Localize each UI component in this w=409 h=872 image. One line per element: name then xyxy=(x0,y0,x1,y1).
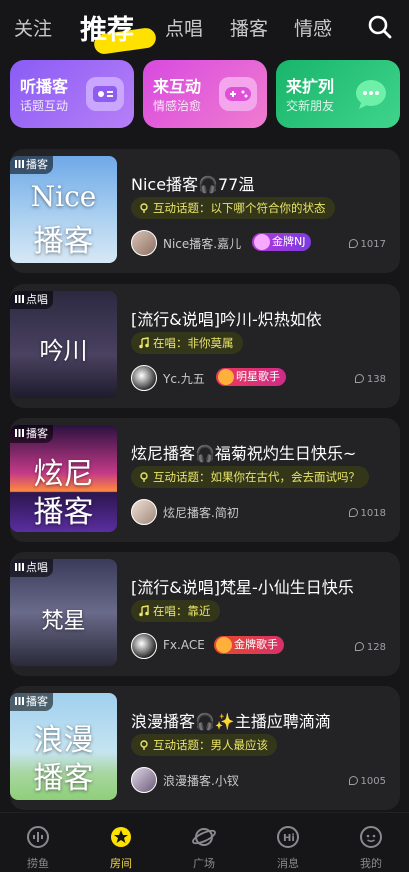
cover-text: Nice xyxy=(30,180,97,213)
host-badge: 金牌歌手 xyxy=(214,636,284,654)
nav-label: 广场 xyxy=(193,857,215,870)
podcast-icon xyxy=(140,203,148,213)
music-note-icon xyxy=(139,605,149,617)
host-name: 浪漫播客.小钗 xyxy=(163,774,239,788)
room-cover: 播客 Nice 播客 xyxy=(10,156,117,263)
listener-icon xyxy=(348,776,358,785)
room-card[interactable]: 播客 浪漫 播客 浪漫播客🎧✨主播应聘滴滴 互动话题：男人最应该 浪漫播客.小钗… xyxy=(10,686,400,810)
host-name: 炫尼播客.简初 xyxy=(163,506,239,520)
feature-subtitle: 情感治愈 xyxy=(153,99,202,113)
host-name: Fx.ACE xyxy=(163,638,205,652)
host-badge: 明星歌手 xyxy=(216,368,286,386)
listener-icon xyxy=(354,642,364,651)
nav-label: 我的 xyxy=(360,857,382,870)
room-type-tag: 点唱 xyxy=(10,559,53,577)
listener-count: 128 xyxy=(354,642,386,653)
room-title: Nice播客🎧77温 xyxy=(131,175,255,194)
room-cover: 点唱 梵星 xyxy=(10,559,117,666)
bottom-nav: 捞鱼 房间 广场 Hi 消息 我的 xyxy=(0,812,409,872)
avatar[interactable] xyxy=(131,767,157,793)
room-title: 浪漫播客🎧✨主播应聘滴滴 xyxy=(131,712,331,731)
feature-subtitle: 话题互动 xyxy=(20,99,69,113)
tab-sing[interactable]: 点唱 xyxy=(165,18,203,40)
room-cover: 点唱 吟川 xyxy=(10,291,117,398)
search-icon[interactable] xyxy=(367,14,393,40)
avatar[interactable] xyxy=(131,633,157,659)
cover-text: 播客 xyxy=(33,224,94,259)
avatar[interactable] xyxy=(131,499,157,525)
listener-count: 1018 xyxy=(348,508,386,519)
medal-icon xyxy=(216,637,232,653)
room-type-tag: 播客 xyxy=(10,693,53,711)
room-cover: 播客 炫尼 播客 xyxy=(10,425,117,532)
nav-label: 消息 xyxy=(277,857,299,870)
listener-icon xyxy=(348,508,358,517)
feature-title: 来扩列 xyxy=(286,77,335,96)
room-title: [流行&说唱]吟川-炽热如依 xyxy=(131,310,322,329)
host-name: Yc.九五 xyxy=(163,372,205,386)
message-icon: Hi xyxy=(277,826,299,848)
avatar[interactable] xyxy=(131,230,157,256)
room-card[interactable]: 点唱 吟川 [流行&说唱]吟川-炽热如依 在唱：非你莫属 Yc.九五 明星歌手 … xyxy=(10,284,400,408)
nav-messages[interactable]: Hi 消息 xyxy=(258,813,318,872)
music-note-icon xyxy=(139,337,149,349)
top-tab-bar: 关注 推荐 点唱 播客 情感 xyxy=(0,0,409,54)
room-type-tag: 点唱 xyxy=(10,291,53,309)
profile-icon xyxy=(360,826,382,848)
cover-text: 播客 xyxy=(33,761,94,796)
tab-podcast[interactable]: 播客 xyxy=(230,18,268,40)
tab-emotion[interactable]: 情感 xyxy=(294,18,332,40)
feature-title: 听播客 xyxy=(20,77,69,96)
svg-text:Hi: Hi xyxy=(283,833,295,844)
listener-icon xyxy=(354,374,364,383)
cover-text: 吟川 xyxy=(39,337,88,365)
feature-interact-card[interactable]: 来互动 情感治愈 xyxy=(143,60,267,128)
room-topic: 互动话题：以下哪个符合你的状态 xyxy=(131,197,335,219)
room-type-tag: 播客 xyxy=(10,425,53,443)
star-badge-icon xyxy=(111,827,131,847)
room-topic: 在唱：靠近 xyxy=(131,600,220,622)
room-topic: 互动话题：如果你在古代，会去面试吗？ xyxy=(131,466,369,488)
nav-square[interactable]: 广场 xyxy=(174,813,234,872)
avatar[interactable] xyxy=(131,365,157,391)
feature-friends-card[interactable]: 来扩列 交新朋友 xyxy=(276,60,400,128)
planet-icon xyxy=(192,828,216,846)
listener-count: 1005 xyxy=(348,776,386,787)
host-badge: 金牌NJ xyxy=(252,233,312,251)
room-card[interactable]: 播客 炫尼 播客 炫尼播客🎧福菊祝灼生日快乐~ 互动话题：如果你在古代，会去面试… xyxy=(10,418,400,542)
listener-icon xyxy=(348,239,358,248)
listener-count: 138 xyxy=(354,374,386,385)
room-title: 炫尼播客🎧福菊祝灼生日快乐~ xyxy=(131,444,357,463)
tab-follow[interactable]: 关注 xyxy=(14,18,52,40)
room-card[interactable]: 点唱 梵星 [流行&说唱]梵星-小仙生日快乐 在唱：靠近 Fx.ACE 金牌歌手… xyxy=(10,552,400,676)
tab-recommend[interactable]: 推荐 xyxy=(80,15,134,46)
radio-icon xyxy=(86,77,124,111)
listener-count: 1017 xyxy=(348,239,386,250)
host-name: Nice播客.嘉儿 xyxy=(163,237,242,251)
podcast-icon xyxy=(140,740,148,750)
feature-subtitle: 交新朋友 xyxy=(286,99,335,113)
nav-fish[interactable]: 捞鱼 xyxy=(8,813,68,872)
feature-podcast-card[interactable]: 听播客 话题互动 xyxy=(10,60,134,128)
nav-label: 捞鱼 xyxy=(27,857,49,870)
nav-label: 房间 xyxy=(110,857,132,870)
chat-bubble-icon xyxy=(352,77,390,111)
room-topic: 互动话题：男人最应该 xyxy=(131,734,277,756)
gamepad-icon xyxy=(219,77,257,111)
feature-title: 来互动 xyxy=(153,77,202,96)
nav-room[interactable]: 房间 xyxy=(91,813,151,872)
room-topic: 在唱：非你莫属 xyxy=(131,332,243,354)
nav-me[interactable]: 我的 xyxy=(341,813,401,872)
star-icon xyxy=(218,369,234,385)
room-title: [流行&说唱]梵星-小仙生日快乐 xyxy=(131,578,354,597)
cover-text: 播客 xyxy=(33,495,94,530)
podcast-icon xyxy=(140,472,148,482)
crown-icon xyxy=(254,234,270,250)
room-cover: 播客 浪漫 播客 xyxy=(10,693,117,800)
cover-text: 梵星 xyxy=(41,609,86,634)
room-type-tag: 播客 xyxy=(10,156,53,174)
room-card[interactable]: 播客 Nice 播客 Nice播客🎧77温 互动话题：以下哪个符合你的状态 Ni… xyxy=(10,149,400,273)
waveform-icon xyxy=(27,826,49,848)
